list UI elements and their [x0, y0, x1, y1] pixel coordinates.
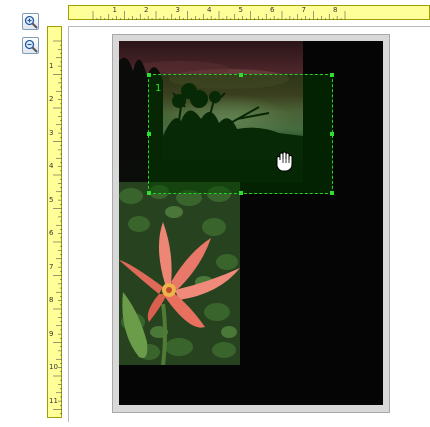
ruler-label: 1: [112, 6, 117, 14]
ruler-label: 2: [144, 6, 149, 14]
ruler-label: 7: [301, 6, 306, 14]
ruler-label: 3: [175, 6, 180, 14]
ruler-label: 4: [207, 6, 212, 14]
ruler-label: 3: [49, 128, 54, 137]
zoom-out-icon: [24, 39, 38, 53]
ruler-label: 7: [49, 262, 54, 271]
resize-handle-top[interactable]: [239, 73, 243, 77]
ruler-label: 11: [49, 396, 58, 405]
ruler-label: 2: [49, 95, 54, 103]
ruler-label: 9: [49, 329, 54, 338]
photo-slot-number: 1: [155, 83, 162, 94]
resize-handle-top-right[interactable]: [330, 73, 334, 77]
hand-grab-icon: [273, 151, 295, 177]
zoom-in-icon: [24, 15, 38, 29]
resize-handle-bottom-left[interactable]: [147, 191, 151, 195]
tulip-flower-photo[interactable]: [119, 182, 240, 365]
ruler-ticks: [92, 11, 346, 20]
ruler-label: 6: [49, 229, 54, 237]
ruler-label: 10: [49, 363, 58, 371]
resize-handle-left[interactable]: [147, 132, 151, 136]
resize-handle-right[interactable]: [330, 132, 334, 136]
zoom-out-button[interactable]: [22, 37, 39, 54]
photo-slot[interactable]: 1: [147, 73, 334, 195]
horizontal-ruler: 1 2 3 4 5 6 7 8: [68, 5, 430, 20]
zoom-in-button[interactable]: [22, 13, 39, 30]
resize-handle-bottom-right[interactable]: [330, 191, 334, 195]
resize-handle-bottom[interactable]: [239, 191, 243, 195]
photo-layout-editor: 1 2 3 4 5 6 7 8 1 2 3 4 5 6 7 8 9 10 11 1: [0, 0, 430, 427]
ruler-label: 1: [49, 61, 54, 70]
ruler-label: 8: [49, 296, 54, 304]
ruler-ticks: [53, 40, 62, 414]
ruler-label: 5: [49, 195, 54, 204]
resize-handle-top-left[interactable]: [147, 73, 151, 77]
vertical-ruler: 1 2 3 4 5 6 7 8 9 10 11: [47, 26, 62, 418]
ruler-label: 6: [270, 6, 275, 14]
ruler-label: 8: [333, 6, 338, 14]
ruler-label: 5: [238, 6, 243, 14]
ruler-label: 4: [49, 162, 54, 170]
